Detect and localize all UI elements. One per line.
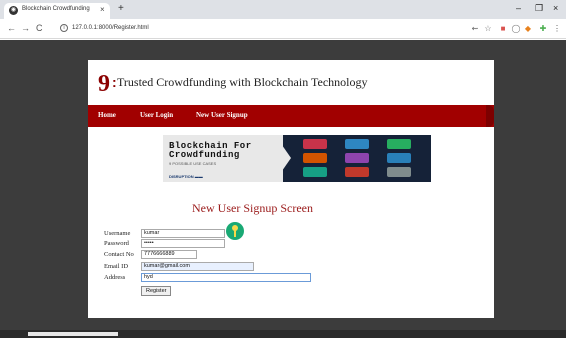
- page-title: New User Signup Screen: [192, 201, 313, 215]
- use-case-icon: [303, 153, 327, 163]
- key-icon[interactable]: ⇜: [470, 24, 480, 34]
- extension-fox-icon[interactable]: ◆: [523, 24, 533, 34]
- banner-line2: Crowdfunding: [169, 150, 240, 160]
- password-input[interactable]: •••••: [141, 239, 225, 248]
- use-case-icon: [345, 167, 369, 177]
- banner-subtitle: 9 POSSIBLE USE CASES: [169, 161, 217, 166]
- use-case-icon: [345, 153, 369, 163]
- extension-red-icon[interactable]: ■: [498, 24, 508, 34]
- username-label: Username: [104, 230, 131, 237]
- use-case-icon: [387, 167, 411, 177]
- new-tab-icon[interactable]: +: [118, 3, 124, 14]
- minimize-icon[interactable]: –: [516, 3, 521, 13]
- browser-tab-strip: ◉ Blockchain Crowdfunding × + – ❐ ×: [0, 0, 566, 19]
- use-case-icon: [387, 139, 411, 149]
- taskbar-strip: [0, 330, 566, 338]
- password-label: Password: [104, 240, 129, 247]
- url-field[interactable]: 127.0.0.1:8000/Register.html: [72, 25, 149, 31]
- site-container: 9 : Trusted Crowdfunding with Blockchain…: [88, 60, 494, 318]
- maximize-icon[interactable]: ❐: [535, 3, 543, 14]
- banner-arrow-shape: [275, 135, 291, 181]
- banner-footer: DISRUPTION ▬▬: [169, 174, 203, 179]
- tab-title: Blockchain Crowdfunding: [22, 6, 90, 12]
- banner-use-case-panel: [283, 135, 431, 182]
- menu-icon[interactable]: ⋮: [552, 24, 562, 34]
- reload-icon[interactable]: C: [36, 23, 43, 33]
- username-input[interactable]: kumar: [141, 229, 225, 238]
- tab-close-icon[interactable]: ×: [100, 5, 105, 14]
- email-label: Email ID: [104, 263, 129, 270]
- nav-user-login-link[interactable]: User Login: [140, 111, 173, 119]
- register-button[interactable]: Register: [141, 286, 172, 296]
- forward-icon[interactable]: →: [21, 23, 30, 33]
- site-info-icon[interactable]: i: [60, 24, 68, 32]
- site-title: Trusted Crowdfunding with Blockchain Tec…: [117, 75, 368, 89]
- contact-input[interactable]: 7776666889: [141, 250, 197, 259]
- nav-new-user-signup-link[interactable]: New User Signup: [196, 111, 248, 119]
- nav-home-link[interactable]: Home: [98, 111, 116, 119]
- back-icon[interactable]: ←: [7, 23, 16, 33]
- browser-tab[interactable]: ◉ Blockchain Crowdfunding ×: [4, 3, 110, 19]
- blockchain-banner-image: Blockchain For Crowdfunding 9 POSSIBLE U…: [163, 135, 431, 182]
- address-label: Address: [104, 274, 126, 281]
- contact-label: Contact No: [104, 251, 134, 258]
- extension-puzzle-icon[interactable]: ✚: [538, 24, 548, 34]
- email-input[interactable]: kumar@gmail.com: [141, 262, 254, 271]
- use-case-icon: [303, 167, 327, 177]
- star-icon[interactable]: ☆: [483, 24, 493, 34]
- use-case-icon: [303, 139, 327, 149]
- password-manager-key-icon[interactable]: [226, 222, 244, 240]
- site-favicon-icon: ◉: [9, 6, 18, 15]
- site-logo-colon: :: [112, 74, 117, 90]
- window-close-icon[interactable]: ×: [553, 3, 558, 13]
- site-logo-icon: 9: [98, 71, 110, 97]
- page-viewport: 9 : Trusted Crowdfunding with Blockchain…: [0, 40, 566, 338]
- use-case-icon: [387, 153, 411, 163]
- address-input[interactable]: hyd: [141, 273, 311, 282]
- extension-gray-icon[interactable]: ◯: [511, 24, 521, 34]
- address-bar: ← → C i 127.0.0.1:8000/Register.html ⇜ ☆ ■…: [0, 19, 566, 39]
- main-nav: Home User Login New User Signup: [88, 105, 494, 127]
- use-case-icon: [345, 139, 369, 149]
